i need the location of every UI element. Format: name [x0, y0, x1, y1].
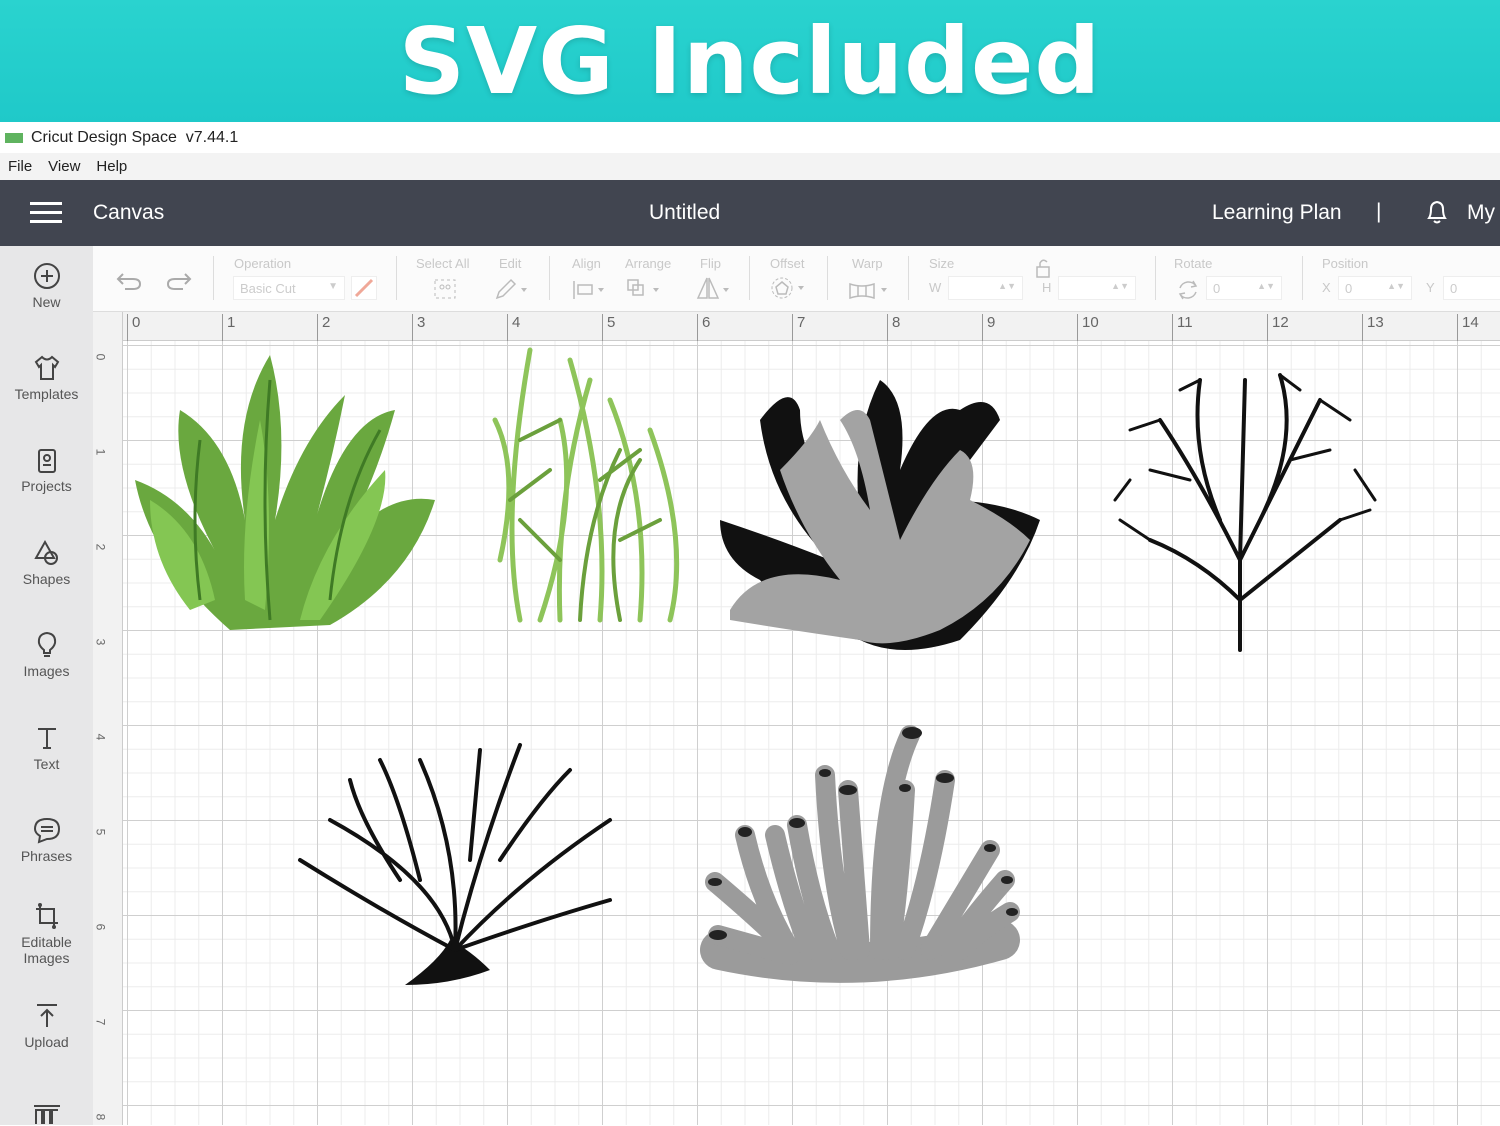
canvas-artwork — [135, 347, 1377, 985]
grass-seaweed-image[interactable] — [492, 347, 680, 623]
black-fan-coral-image[interactable] — [298, 743, 612, 985]
green-seaweed-image[interactable] — [135, 355, 435, 630]
gray-tube-sponge-image[interactable] — [700, 725, 1020, 983]
gray-black-coral-image[interactable] — [720, 380, 1040, 650]
black-sea-fan-image[interactable] — [1113, 373, 1377, 652]
